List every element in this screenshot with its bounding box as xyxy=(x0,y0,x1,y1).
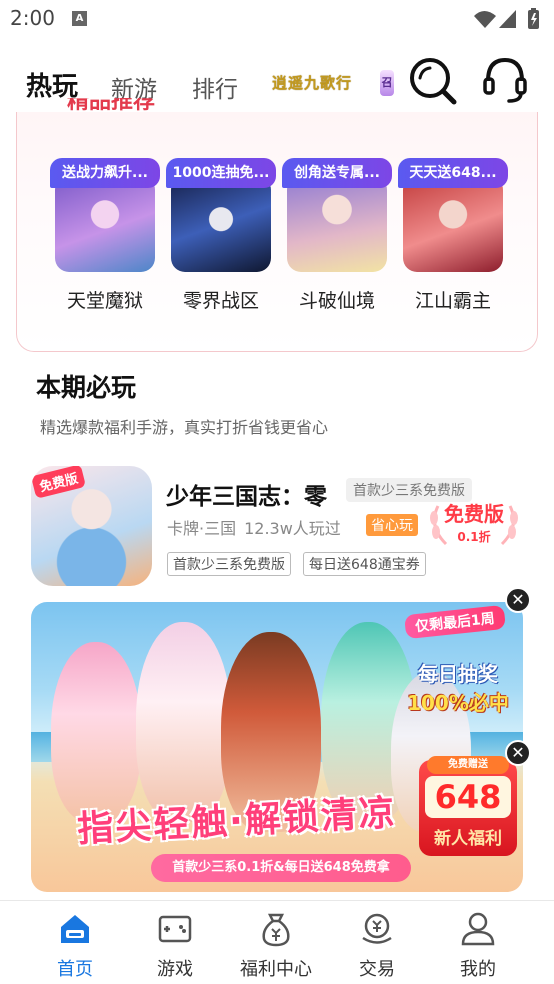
nav-label: 游戏 xyxy=(157,959,193,980)
home-icon xyxy=(61,915,89,943)
tab-ranking[interactable]: 排行 xyxy=(192,70,238,104)
nav-label: 交易 xyxy=(359,959,395,980)
game-badge: 天天送648... xyxy=(398,158,508,188)
banner-gift-box: 免费赠送 648 新人福利 xyxy=(419,756,517,856)
bottom-nav: 首页 游戏 福利中心 交易 我的 xyxy=(0,900,554,984)
game-badge: 送战力飙升... xyxy=(50,158,160,188)
game-thumbnail[interactable] xyxy=(171,176,271,272)
daily-lottery-label: 每日抽奖 xyxy=(418,662,498,686)
game-name: 斗破仙境 xyxy=(298,290,375,312)
search-icon[interactable] xyxy=(406,54,458,106)
featured-game-icon[interactable]: 免费版 xyxy=(31,466,152,586)
signal-battery-icon xyxy=(474,8,539,29)
game-thumbnail[interactable] xyxy=(55,176,155,272)
gift-number: 648 xyxy=(425,776,511,818)
profile-icon xyxy=(461,912,495,946)
customer-service-icon[interactable] xyxy=(481,54,529,106)
banner-daily-lottery: 每日抽奖 100%必中 xyxy=(399,658,517,716)
nav-label: 福利中心 xyxy=(240,959,312,980)
game-name: 江山霸主 xyxy=(414,290,491,312)
notification-icon: A xyxy=(72,11,87,26)
brand-tab-logo-2[interactable]: 召 xyxy=(380,70,394,96)
banner-bottom-text: 首款少三系0.1折&每日送648免费拿 xyxy=(151,854,411,882)
featured-game-meta: 卡牌·三国 12.3w人玩过 xyxy=(167,515,341,539)
discount-label: 0.1折 xyxy=(457,530,491,544)
recommend-card: 精品推荐 送战力飙升... 天堂魔狱 1000连抽免... 零界战区 创角送专属… xyxy=(16,98,538,352)
trade-icon xyxy=(362,913,392,944)
status-bar: 2:00 A xyxy=(0,0,554,38)
game-thumbnail[interactable] xyxy=(287,176,387,272)
featured-chip: 每日送648通宝券 xyxy=(303,552,426,576)
banner-character xyxy=(51,642,141,822)
free-version-label: 免费版 xyxy=(444,502,504,526)
must-play-title: 本期必玩 xyxy=(36,373,137,402)
gamepad-icon xyxy=(158,915,192,943)
game-badge: 1000连抽免... xyxy=(166,158,276,188)
gift-label: 新人福利 xyxy=(434,829,502,849)
close-icon[interactable]: ✕ xyxy=(505,740,531,766)
free-version-badge: 免费版 0.1折 xyxy=(424,492,524,552)
nav-label: 首页 xyxy=(57,959,93,980)
daily-lottery-guarantee: 100%必中 xyxy=(407,691,509,715)
game-name: 零界战区 xyxy=(182,290,259,312)
featured-game-category: 卡牌·三国 xyxy=(167,519,237,538)
featured-game-players: 12.3w人玩过 xyxy=(244,519,341,538)
nav-trade[interactable]: 交易 xyxy=(332,911,422,984)
must-play-subtitle: 精选爆款福利手游，真实打折省钱更省心 xyxy=(40,418,329,437)
close-icon[interactable]: ✕ xyxy=(505,587,531,613)
promo-banner[interactable]: 仅剩最后1周 每日抽奖 100%必中 免费赠送 648 新人福利 指尖轻触·解锁… xyxy=(31,602,523,892)
featured-game-name[interactable]: 少年三国志：零 xyxy=(166,477,327,511)
game-badge: 创角送专属... xyxy=(282,158,392,188)
save-badge: 省心玩 xyxy=(366,514,418,536)
nav-home[interactable]: 首页 xyxy=(30,911,120,984)
status-time: 2:00 xyxy=(10,6,55,30)
banner-last-week-tag: 仅剩最后1周 xyxy=(404,604,506,640)
nav-profile[interactable]: 我的 xyxy=(433,911,523,984)
money-bag-icon xyxy=(262,913,290,947)
featured-chip: 首款少三系免费版 xyxy=(167,552,291,576)
brand-tab-logo[interactable]: 逍遥九歌行 xyxy=(272,72,352,93)
nav-games[interactable]: 游戏 xyxy=(130,911,220,984)
game-name: 天堂魔狱 xyxy=(66,290,143,312)
gift-top-label: 免费赠送 xyxy=(427,756,509,774)
nav-label: 我的 xyxy=(460,959,496,980)
featured-icon-tag: 免费版 xyxy=(31,466,87,499)
game-thumbnail[interactable] xyxy=(403,176,503,272)
recommend-title: 精品推荐 xyxy=(67,98,156,112)
nav-welfare[interactable]: 福利中心 xyxy=(231,911,321,984)
